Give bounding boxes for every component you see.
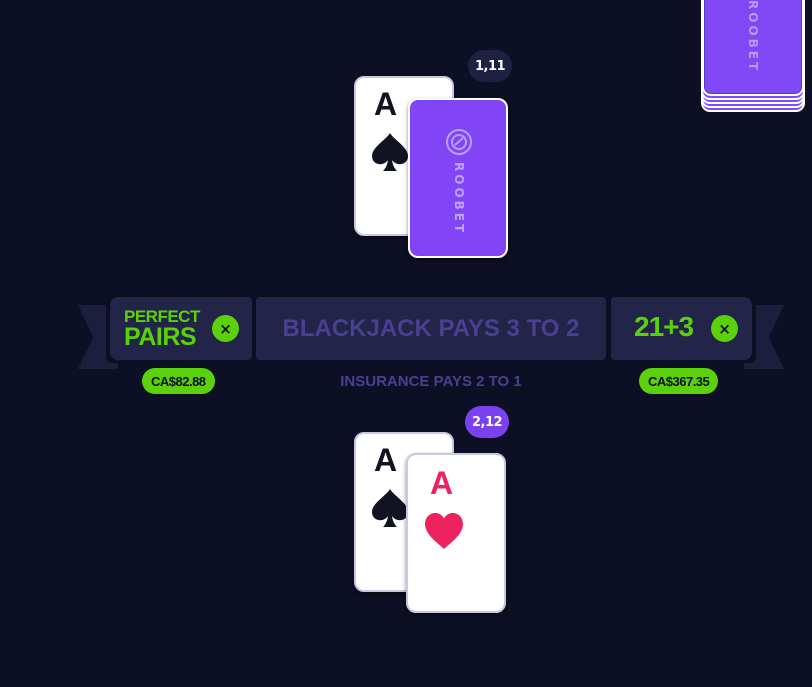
player-hand-count: 2,12 bbox=[465, 406, 510, 438]
card-back-brand: ROOBET bbox=[452, 162, 466, 236]
close-icon: × bbox=[219, 319, 232, 338]
dealer-hand-count: 1,11 bbox=[468, 50, 513, 82]
remove-twenty-one-plus-three-bet-button[interactable]: × bbox=[711, 315, 738, 342]
blackjack-table: ROOBET A ROOBET 1,11 PERFECT PAIRS × BLA… bbox=[0, 0, 812, 687]
card-rank: A bbox=[374, 442, 398, 478]
perfect-pairs-bet-amount: CA$82.88 bbox=[142, 368, 215, 394]
card-shoe: ROOBET bbox=[701, 0, 805, 116]
perfect-pairs-title-line2: PAIRS bbox=[124, 323, 197, 351]
payout-info-panel: BLACKJACK PAYS 3 TO 2 bbox=[256, 297, 606, 360]
card-rank: A bbox=[374, 86, 398, 122]
perfect-pairs-bet-area[interactable]: PERFECT PAIRS × bbox=[110, 297, 252, 360]
perfect-pairs-title: PERFECT PAIRS bbox=[124, 308, 200, 350]
player-card-ace-hearts: A bbox=[406, 453, 506, 613]
remove-perfect-pairs-bet-button[interactable]: × bbox=[212, 315, 239, 342]
spade-icon bbox=[372, 133, 408, 171]
shoe-brand-text: ROOBET bbox=[746, 0, 760, 74]
twenty-one-plus-three-bet-amount: CA$367.35 bbox=[639, 368, 719, 394]
close-icon: × bbox=[718, 319, 731, 338]
shoe-top-card: ROOBET bbox=[702, 0, 804, 96]
blackjack-payout-text: BLACKJACK PAYS 3 TO 2 bbox=[282, 314, 580, 342]
roobet-chip-icon bbox=[446, 129, 472, 155]
twenty-one-plus-three-title: 21+3 bbox=[634, 311, 694, 342]
heart-icon bbox=[425, 513, 463, 549]
card-rank: A bbox=[430, 465, 454, 501]
insurance-payout-text: INSURANCE PAYS 2 TO 1 bbox=[340, 373, 522, 390]
twenty-one-plus-three-bet-area[interactable]: 21+3 × bbox=[611, 297, 752, 360]
dealer-hole-card: ROOBET bbox=[408, 98, 508, 258]
